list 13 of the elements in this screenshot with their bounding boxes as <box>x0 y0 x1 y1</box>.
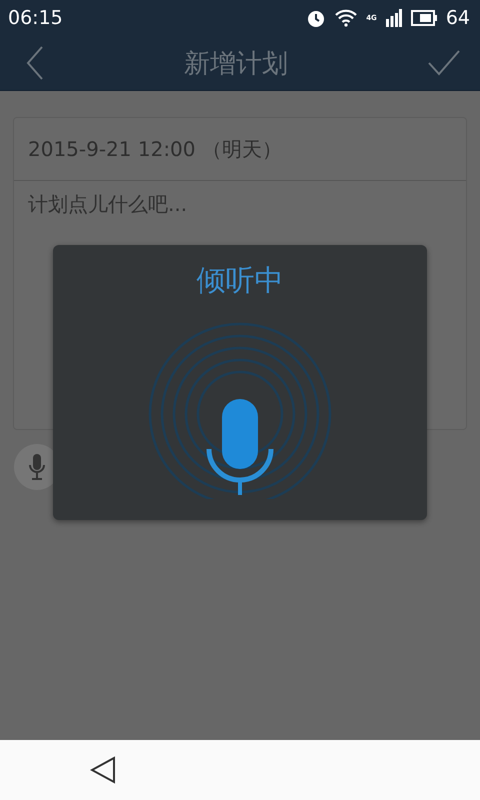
check-icon[interactable] <box>428 50 460 76</box>
triangle-back-icon <box>90 756 116 784</box>
status-time: 06:15 <box>8 7 64 29</box>
page-title: 新增计划 <box>184 48 288 80</box>
back-icon[interactable] <box>26 46 44 80</box>
microphone-icon <box>28 453 46 481</box>
battery-icon <box>410 10 437 26</box>
alarm-clock-icon <box>306 8 326 28</box>
signal-icon <box>386 9 402 27</box>
wifi-icon <box>335 9 358 27</box>
plan-date[interactable]: 2015-9-21 12:00 （明天） <box>28 136 282 162</box>
battery-level: 64 <box>446 7 470 29</box>
dialog-title: 倾听中 <box>196 262 284 299</box>
